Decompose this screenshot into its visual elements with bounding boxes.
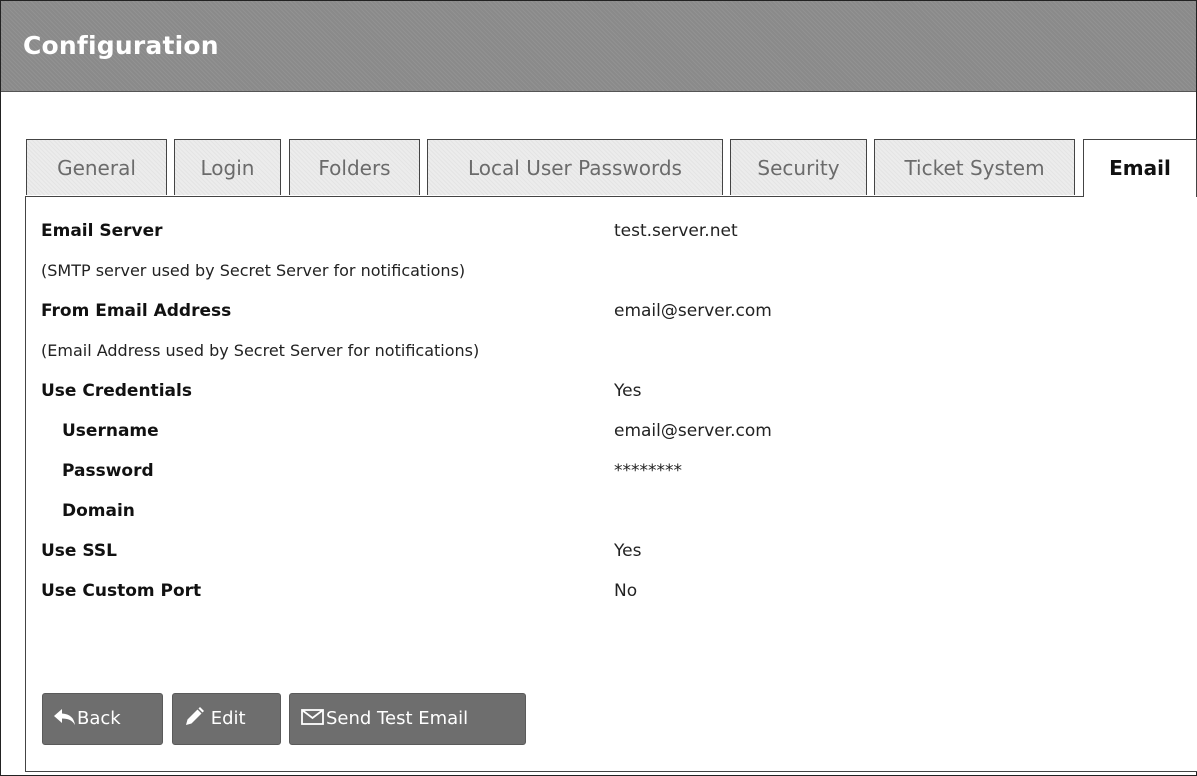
configuration-window: Configuration General Login Folders Loca… xyxy=(0,0,1197,776)
edit-button-label: Edit xyxy=(210,708,246,729)
back-button-label: Back xyxy=(77,708,121,729)
send-test-email-button-label: Send Test Email xyxy=(326,708,469,729)
edit-button[interactable]: Edit xyxy=(172,693,281,745)
reply-arrow-icon xyxy=(53,708,77,729)
use-ssl-value: Yes xyxy=(614,541,642,561)
password-label: Password xyxy=(62,461,154,481)
username-value: email@server.com xyxy=(614,421,772,441)
envelope-icon xyxy=(300,708,326,729)
send-test-email-button[interactable]: Send Test Email xyxy=(289,693,526,745)
use-ssl-label: Use SSL xyxy=(41,541,117,561)
tab-bar: General Login Folders Local User Passwor… xyxy=(1,139,1197,197)
page-title: Configuration xyxy=(23,31,219,60)
use-credentials-value: Yes xyxy=(614,381,642,401)
email-settings-panel xyxy=(25,196,1197,772)
from-email-value: email@server.com xyxy=(614,301,772,321)
back-button[interactable]: Back xyxy=(42,693,163,745)
tab-login[interactable]: Login xyxy=(174,139,281,195)
tab-security[interactable]: Security xyxy=(730,139,867,195)
username-label: Username xyxy=(62,421,159,441)
from-email-description: (Email Address used by Secret Server for… xyxy=(41,341,480,360)
tab-local-user-passwords[interactable]: Local User Passwords xyxy=(427,139,723,195)
domain-label: Domain xyxy=(62,501,135,521)
tab-general[interactable]: General xyxy=(26,139,167,195)
title-bar: Configuration xyxy=(1,1,1196,92)
from-email-label: From Email Address xyxy=(41,301,232,321)
password-value: ******** xyxy=(614,461,682,481)
pencil-icon xyxy=(183,707,205,729)
email-server-label: Email Server xyxy=(41,221,163,241)
tab-ticket-system[interactable]: Ticket System xyxy=(874,139,1075,195)
email-server-description: (SMTP server used by Secret Server for n… xyxy=(41,261,466,280)
email-server-value: test.server.net xyxy=(614,221,738,241)
use-custom-port-value: No xyxy=(614,581,638,601)
tab-email[interactable]: Email xyxy=(1083,139,1197,197)
tab-folders[interactable]: Folders xyxy=(289,139,420,195)
use-custom-port-label: Use Custom Port xyxy=(41,581,202,601)
use-credentials-label: Use Credentials xyxy=(41,381,192,401)
